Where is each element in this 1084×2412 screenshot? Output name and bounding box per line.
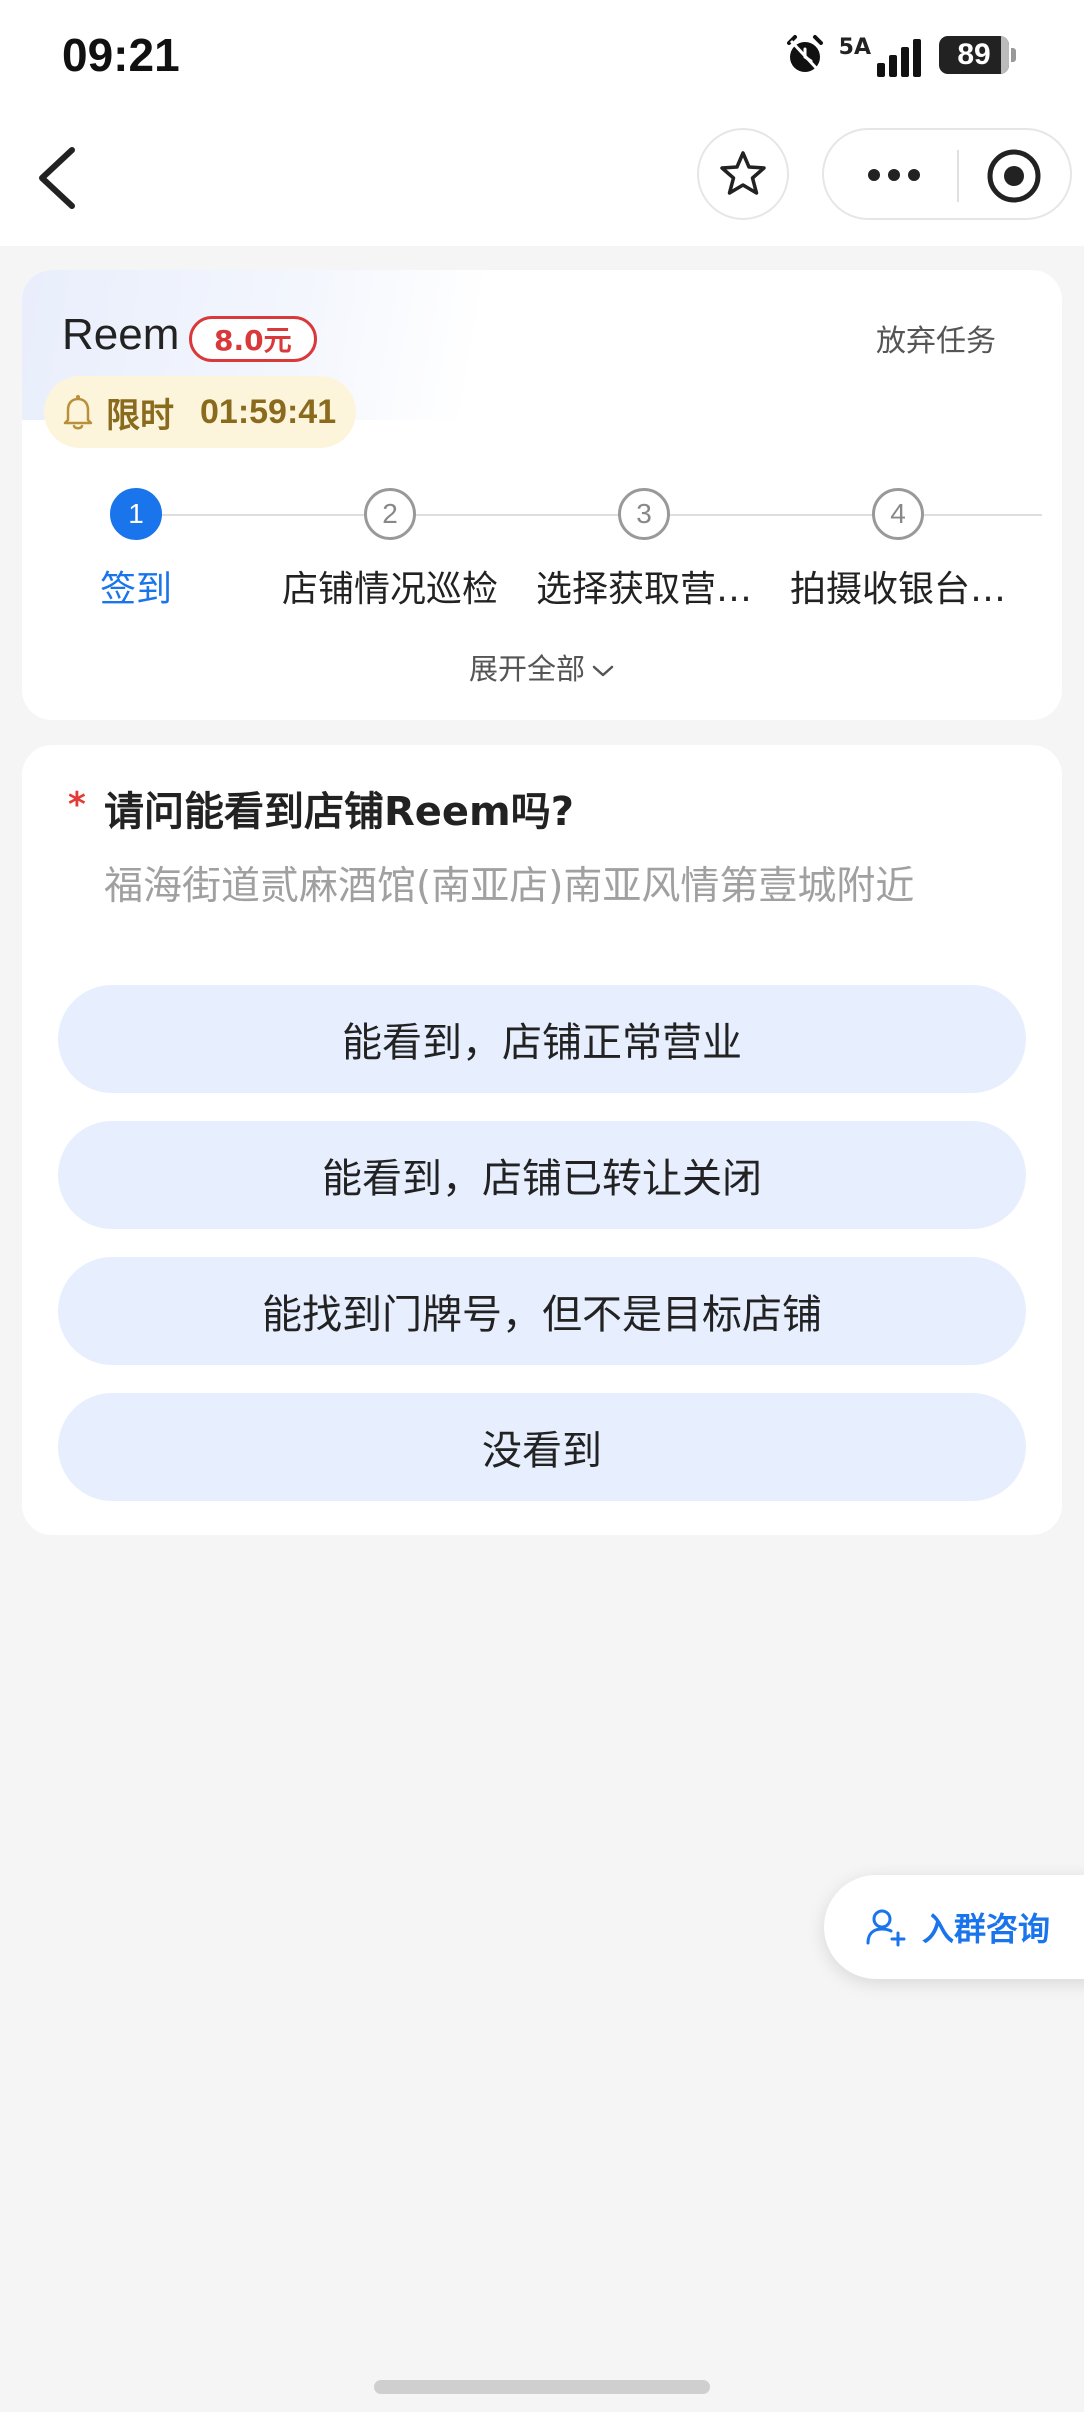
step-number: 4 (872, 488, 924, 540)
network-label: 5A (838, 35, 871, 60)
step-number: 2 (364, 488, 416, 540)
status-icons: 5A 89 (783, 30, 1016, 80)
signal-bar-icon (913, 39, 921, 77)
option-closed[interactable]: 能看到，店铺已转让关闭 (58, 1121, 1026, 1229)
signal-bar-icon (889, 55, 897, 77)
step-2[interactable]: 2 店铺情况巡检 (270, 488, 510, 612)
battery-level: 89 (957, 38, 991, 71)
bell-icon (63, 395, 93, 430)
signal-bar-icon (901, 47, 909, 77)
store-name: Reem (62, 310, 180, 359)
step-3[interactable]: 3 选择获取营… (524, 488, 764, 612)
signal-bar-icon (877, 63, 885, 77)
step-label: 签到 (99, 569, 172, 610)
step-label: 选择获取营… (535, 569, 752, 610)
option-wrong-store[interactable]: 能找到门牌号，但不是目标店铺 (58, 1257, 1026, 1365)
group-consult-button[interactable]: 入群咨询 (824, 1875, 1084, 1979)
step-1[interactable]: 1 签到 (22, 488, 256, 612)
group-consult-label: 入群咨询 (922, 1910, 1051, 1948)
question-title: 请问能看到店铺Reem吗? (104, 789, 574, 835)
timer-value: 01:59:41 (200, 392, 337, 431)
timer-pill: 限时 01:59:41 (44, 376, 357, 448)
back-arrow-icon[interactable] (30, 138, 90, 218)
status-bar: 09:21 5A 89 (0, 0, 1084, 110)
expand-all-button[interactable]: 展开全部 (22, 646, 1062, 688)
step-label: 拍摄收银台… (789, 569, 1006, 610)
add-group-icon (866, 1909, 906, 1947)
signal-indicator: 5A (839, 33, 921, 77)
task-card: Reem 8.0元 放弃任务 限时 01:59:41 1 签到 2 店铺情况巡检… (22, 270, 1062, 720)
option-normal-business[interactable]: 能看到，店铺正常营业 (58, 985, 1026, 1093)
chevron-down-icon (592, 665, 614, 677)
required-mark: * (68, 785, 86, 825)
target-icon[interactable] (984, 146, 1044, 206)
reward-badge: 8.0元 (189, 316, 317, 362)
step-label: 店铺情况巡检 (281, 569, 498, 610)
expand-all-label: 展开全部 (468, 652, 585, 686)
option-not-seen[interactable]: 没看到 (58, 1393, 1026, 1501)
step-4[interactable]: 4 拍摄收银台… (778, 488, 1018, 612)
battery-icon: 89 (939, 36, 1016, 74)
capsule-divider (957, 150, 959, 202)
star-icon (720, 151, 766, 195)
status-time: 09:21 (62, 29, 180, 81)
more-icon[interactable] (864, 160, 924, 190)
home-indicator[interactable] (374, 2380, 710, 2394)
miniprogram-capsule (822, 128, 1072, 220)
alarm-icon (786, 35, 823, 73)
question-address: 福海街道贰麻酒馆(南亚店)南亚风情第壹城附近 (104, 864, 915, 909)
step-number: 3 (618, 488, 670, 540)
abandon-task-button[interactable]: 放弃任务 (876, 316, 996, 360)
step-number: 1 (110, 488, 162, 540)
question-card: * 请问能看到店铺Reem吗? 福海街道贰麻酒馆(南亚店)南亚风情第壹城附近 能… (22, 745, 1062, 1535)
favorite-button[interactable] (697, 128, 789, 220)
timer-label: 限时 (106, 395, 174, 436)
